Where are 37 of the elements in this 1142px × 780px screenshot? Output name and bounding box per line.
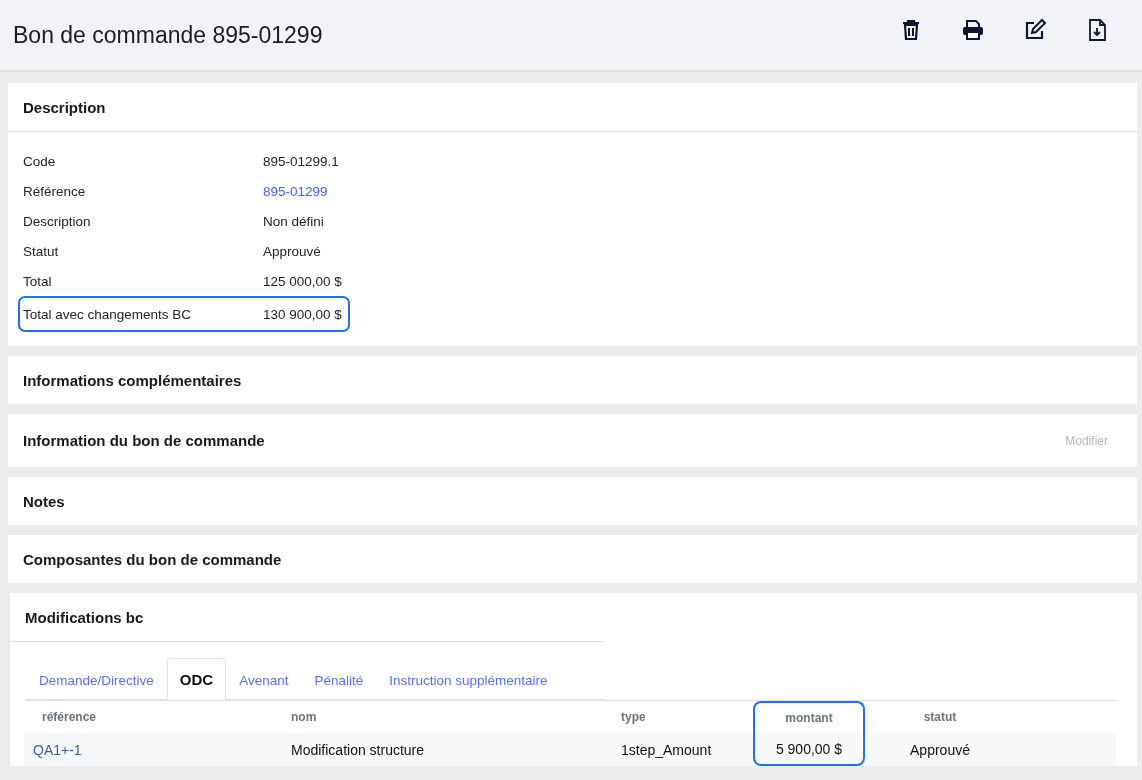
- column-header: référence: [41, 709, 98, 726]
- column-header: statut: [922, 709, 958, 726]
- page-title: Bon de commande 895-01299: [13, 21, 323, 49]
- table-cell-text: Approuvé: [909, 740, 971, 760]
- tab[interactable]: Demande/Directive: [26, 660, 167, 700]
- field-label: Statut: [23, 243, 60, 259]
- section-title[interactable]: Information du bon de commande: [23, 432, 265, 449]
- field-value: Approuvé: [263, 243, 321, 259]
- field-label: Total avec changements BC: [23, 306, 193, 322]
- table-cell: 5 900,00 $: [753, 733, 865, 766]
- edit-button[interactable]: [1023, 18, 1047, 42]
- reference-link[interactable]: 895-01299: [263, 183, 328, 199]
- section-title: Description: [23, 98, 106, 116]
- column-header: nom: [290, 709, 318, 726]
- table-cell-text: Modification structure: [290, 740, 426, 760]
- field-value: 130 900,00 $: [263, 306, 342, 322]
- field-label: Code: [23, 153, 57, 169]
- reference-link[interactable]: QA1+-1: [24, 733, 281, 766]
- printer-button[interactable]: [961, 18, 985, 42]
- field-value: 125 000,00 $: [263, 273, 342, 289]
- tab[interactable]: Avenant: [226, 660, 302, 700]
- field-value: Non défini: [263, 213, 324, 229]
- section-title: Modifications bc: [25, 608, 144, 626]
- section-title[interactable]: Informations complémentaires: [23, 371, 242, 389]
- table-cell-text: 1step_Amount: [620, 740, 713, 760]
- section-title[interactable]: Composantes du bon de commande: [23, 550, 282, 568]
- printer-icon: [961, 18, 985, 42]
- field-label: Référence: [23, 183, 87, 199]
- tab[interactable]: Instruction supplémentaire: [376, 660, 561, 700]
- field-label: Total: [23, 273, 53, 289]
- section-title[interactable]: Notes: [23, 492, 65, 510]
- tab[interactable]: Pénalité: [301, 660, 377, 700]
- field-value: 895-01299.1: [263, 153, 339, 169]
- tab[interactable]: ODC: [166, 658, 227, 700]
- column-header: type: [620, 709, 647, 726]
- field-label: Description: [23, 213, 92, 229]
- edit-icon: [1023, 18, 1047, 42]
